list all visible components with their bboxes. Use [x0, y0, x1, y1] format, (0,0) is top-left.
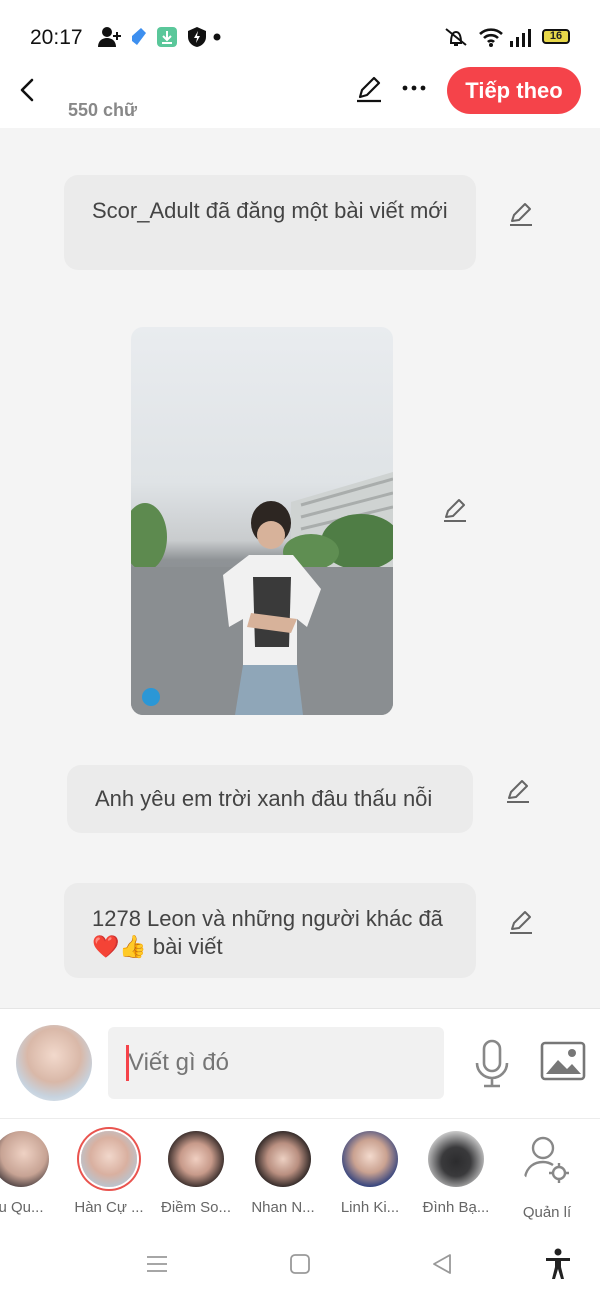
friend-avatar [168, 1131, 224, 1187]
friend-name: Nhan N... [251, 1199, 315, 1216]
battery-indicator: 16 [542, 29, 570, 44]
add-contact-icon [98, 27, 121, 47]
edit-icon[interactable] [355, 75, 383, 103]
download-icon [157, 27, 177, 47]
friend-avatar [428, 1131, 484, 1187]
back-nav-icon[interactable] [430, 1252, 454, 1276]
friend-avatar [342, 1131, 398, 1187]
friend-name: u Qu... [0, 1199, 44, 1216]
friend-item[interactable]: Hàn Cự ... [66, 1131, 152, 1216]
system-nav-bar [0, 1236, 600, 1300]
edit-block-icon[interactable] [505, 777, 533, 805]
menu-icon[interactable] [145, 1252, 169, 1276]
friend-avatar [0, 1131, 49, 1187]
friend-avatar [81, 1131, 137, 1187]
text-block-2[interactable]: Anh yêu em trời xanh đâu thấu nỗi [67, 765, 473, 833]
manage-label: Quản lí [522, 1204, 572, 1221]
friend-item[interactable]: Điềm So... [153, 1131, 239, 1216]
word-count: 550 chữ [68, 100, 138, 120]
mic-icon[interactable] [472, 1039, 512, 1089]
more-icon[interactable] [400, 74, 428, 102]
friend-item[interactable]: u Qu... [0, 1131, 64, 1216]
dot-icon [213, 33, 221, 41]
composer-bar [0, 1008, 600, 1118]
friend-name: Đình Bạ... [422, 1199, 490, 1216]
accessibility-icon[interactable] [544, 1248, 572, 1280]
manage-item[interactable]: Quản lí [504, 1131, 590, 1221]
back-icon[interactable] [14, 74, 42, 106]
friend-item[interactable]: Đình Bạ... [413, 1131, 499, 1216]
friends-strip: u Qu... Hàn Cự ... Điềm So... Nhan N... … [0, 1118, 600, 1236]
friend-name: Linh Ki... [340, 1199, 400, 1216]
image-icon[interactable] [540, 1041, 586, 1081]
text-block-1[interactable]: Scor_Adult đã đăng một bài viết mới [64, 175, 476, 270]
manage-user-icon [523, 1136, 569, 1183]
friend-name: Hàn Cự ... [74, 1199, 144, 1216]
edit-block-icon[interactable] [508, 200, 536, 228]
shield-icon [188, 27, 206, 47]
wifi-icon [479, 28, 503, 47]
app-icon [132, 28, 146, 45]
signal-icon [510, 29, 531, 47]
mute-icon [445, 28, 467, 46]
text-block-3[interactable]: 1278 Leon và những người khác đã ❤️👍 bài… [64, 883, 476, 978]
text-caret [126, 1045, 129, 1081]
edit-block-icon[interactable] [508, 908, 536, 936]
my-avatar[interactable] [16, 1025, 92, 1101]
comment-input[interactable] [108, 1027, 444, 1099]
friend-name: Điềm So... [160, 1199, 232, 1216]
status-bar: 20:17 16 [0, 0, 600, 60]
photo-image [131, 472, 393, 715]
next-button[interactable]: Tiếp theo [447, 67, 581, 114]
friend-item[interactable]: Nhan N... [240, 1131, 326, 1216]
friend-item[interactable]: Linh Ki... [327, 1131, 413, 1216]
friend-avatar [255, 1131, 311, 1187]
home-icon[interactable] [288, 1252, 312, 1276]
top-bar: 550 chữ Tiếp theo [0, 60, 600, 128]
post-photo[interactable] [131, 327, 393, 715]
edit-photo-icon[interactable] [442, 496, 470, 524]
status-time: 20:17 [30, 26, 83, 49]
